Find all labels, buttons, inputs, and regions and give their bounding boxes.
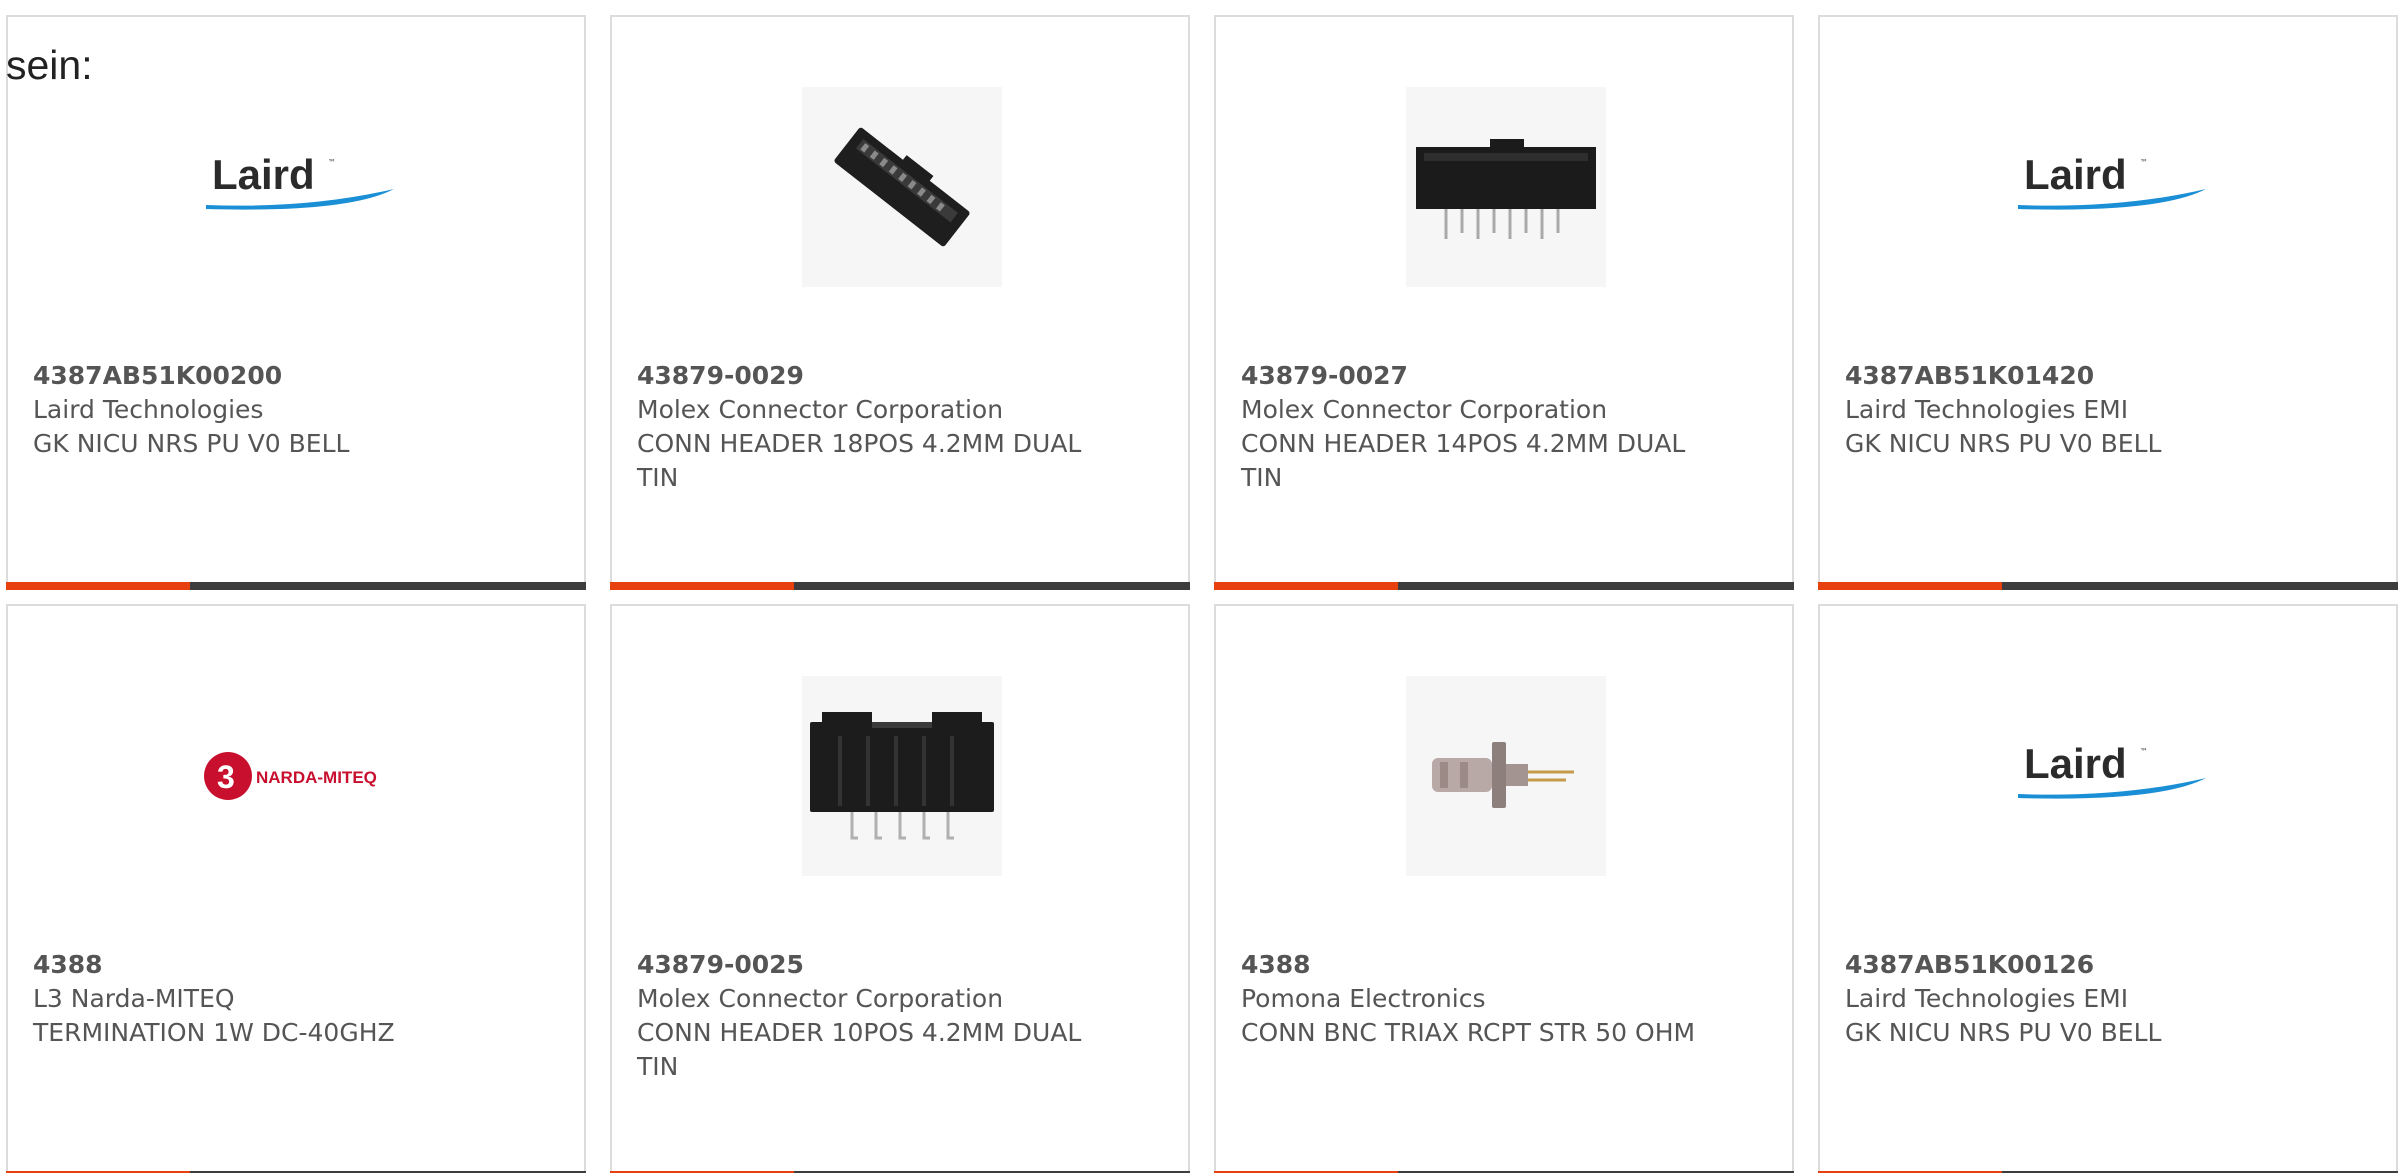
product-info: 43879-0025 Molex Connector Corporation C… — [637, 948, 1117, 1084]
intro-text: sein: — [6, 42, 93, 88]
product-card[interactable]: 3 NARDA-MITEQ 4388 L3 Narda-MITEQ TERMIN… — [6, 604, 586, 1173]
product-info: 4388 L3 Narda-MITEQ TERMINATION 1W DC-40… — [33, 948, 513, 1050]
product-card[interactable]: 43879-0029 Molex Connector Corporation C… — [610, 15, 1190, 590]
connector-angled-photo — [802, 87, 1002, 287]
narda-logo-badge: 3 — [217, 759, 235, 795]
manufacturer: L3 Narda-MITEQ — [33, 984, 235, 1013]
product-card[interactable]: 4388 Pomona Electronics CONN BNC TRIAX R… — [1214, 604, 1794, 1173]
card-accent-bar — [6, 582, 190, 590]
product-card[interactable]: Laird ™ 4387AB51K01420 Laird Technologie… — [1818, 15, 2398, 590]
product-info: 4387AB51K01420 Laird Technologies EMI GK… — [1845, 359, 2325, 461]
description: CONN HEADER 18POS 4.2MM DUAL TIN — [637, 429, 1082, 492]
manufacturer: Molex Connector Corporation — [637, 984, 1004, 1013]
product-card[interactable]: Laird ™ 4387AB51K00200 Laird Technologie… — [6, 15, 586, 590]
description: GK NICU NRS PU V0 BELL — [1845, 429, 2162, 458]
svg-text:™: ™ — [2140, 747, 2148, 756]
laird-logo-text: Laird — [2024, 151, 2127, 198]
card-bottom-bar — [1818, 582, 2398, 590]
manufacturer: Molex Connector Corporation — [637, 395, 1004, 424]
part-number[interactable]: 4387AB51K00126 — [1845, 948, 2325, 982]
description: CONN HEADER 14POS 4.2MM DUAL TIN — [1241, 429, 1686, 492]
narda-miteq-logo: 3 NARDA-MITEQ — [198, 676, 398, 876]
card-accent-bar — [1818, 582, 2002, 590]
description: CONN HEADER 10POS 4.2MM DUAL TIN — [637, 1018, 1082, 1081]
description: CONN BNC TRIAX RCPT STR 50 OHM — [1241, 1018, 1696, 1047]
product-grid-page: sein: Laird ™ 4387AB51K00200 Laird Techn… — [0, 0, 2400, 1173]
part-number[interactable]: 4388 — [1241, 948, 1721, 982]
description: GK NICU NRS PU V0 BELL — [1845, 1018, 2162, 1047]
narda-logo-text: NARDA-MITEQ — [256, 768, 377, 787]
product-grid: Laird ™ 4387AB51K00200 Laird Technologie… — [6, 15, 2398, 1173]
product-card[interactable]: 43879-0025 Molex Connector Corporation C… — [610, 604, 1190, 1173]
card-bottom-bar — [1214, 582, 1794, 590]
part-number[interactable]: 4387AB51K00200 — [33, 359, 513, 393]
laird-logo: Laird ™ — [2010, 87, 2210, 287]
card-bottom-bar — [6, 582, 586, 590]
part-number[interactable]: 4388 — [33, 948, 513, 982]
bnc-triax-photo — [1406, 676, 1606, 876]
card-accent-bar — [1214, 582, 1398, 590]
laird-logo: Laird ™ — [2010, 676, 2210, 876]
part-number[interactable]: 43879-0029 — [637, 359, 1117, 393]
connector-10pos-photo — [802, 676, 1002, 876]
svg-text:™: ™ — [2140, 158, 2148, 167]
svg-text:™: ™ — [328, 158, 336, 167]
laird-logo-text: Laird — [2024, 740, 2127, 787]
manufacturer: Laird Technologies — [33, 395, 264, 424]
product-info: 43879-0027 Molex Connector Corporation C… — [1241, 359, 1721, 495]
laird-logo: Laird ™ — [198, 87, 398, 287]
manufacturer: Molex Connector Corporation — [1241, 395, 1608, 424]
product-info: 43879-0029 Molex Connector Corporation C… — [637, 359, 1117, 495]
manufacturer: Laird Technologies EMI — [1845, 984, 2129, 1013]
product-info: 4388 Pomona Electronics CONN BNC TRIAX R… — [1241, 948, 1721, 1050]
product-card[interactable]: 43879-0027 Molex Connector Corporation C… — [1214, 15, 1794, 590]
part-number[interactable]: 4387AB51K01420 — [1845, 359, 2325, 393]
product-card[interactable]: Laird ™ 4387AB51K00126 Laird Technologie… — [1818, 604, 2398, 1173]
manufacturer: Laird Technologies EMI — [1845, 395, 2129, 424]
description: GK NICU NRS PU V0 BELL — [33, 429, 350, 458]
part-number[interactable]: 43879-0025 — [637, 948, 1117, 982]
product-info: 4387AB51K00200 Laird Technologies GK NIC… — [33, 359, 513, 461]
manufacturer: Pomona Electronics — [1241, 984, 1486, 1013]
connector-14pos-photo — [1406, 87, 1606, 287]
part-number[interactable]: 43879-0027 — [1241, 359, 1721, 393]
product-info: 4387AB51K00126 Laird Technologies EMI GK… — [1845, 948, 2325, 1050]
card-bottom-bar — [610, 582, 1190, 590]
laird-logo-text: Laird — [212, 151, 315, 198]
card-accent-bar — [610, 582, 794, 590]
description: TERMINATION 1W DC-40GHZ — [33, 1018, 395, 1047]
